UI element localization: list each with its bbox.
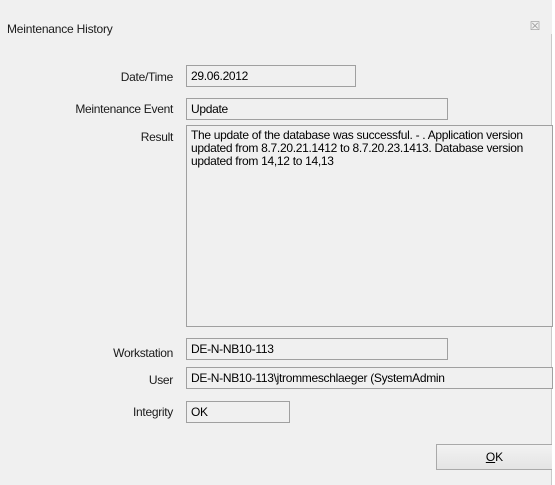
integrity-field[interactable]: OK <box>186 401 290 423</box>
ok-button[interactable]: OK <box>436 444 552 470</box>
workstation-label: Workstation <box>113 346 173 360</box>
ok-label-rest: K <box>495 450 504 464</box>
datetime-label: Date/Time <box>120 70 174 84</box>
result-label: Result <box>140 130 174 144</box>
title-bar: Meintenance History ☒ <box>0 0 552 36</box>
workstation-field[interactable]: DE-N-NB10-113 <box>186 338 448 360</box>
event-field[interactable]: Update <box>186 98 448 120</box>
integrity-label: Integrity <box>133 405 173 419</box>
user-field[interactable]: DE-N-NB10-113\jtrommeschlaeger (SystemAd… <box>186 367 553 389</box>
window-title: Meintenance History <box>7 22 113 36</box>
event-label: Meintenance Event <box>75 102 173 116</box>
maintenance-history-dialog: Meintenance History ☒ Date/Time 29.06.20… <box>0 0 553 485</box>
close-icon[interactable]: ☒ <box>528 19 542 33</box>
user-label: User <box>148 373 173 387</box>
datetime-field[interactable]: 29.06.2012 <box>186 65 356 87</box>
ok-mnemonic: O <box>485 450 496 464</box>
result-field[interactable]: The update of the database was successfu… <box>186 125 553 327</box>
